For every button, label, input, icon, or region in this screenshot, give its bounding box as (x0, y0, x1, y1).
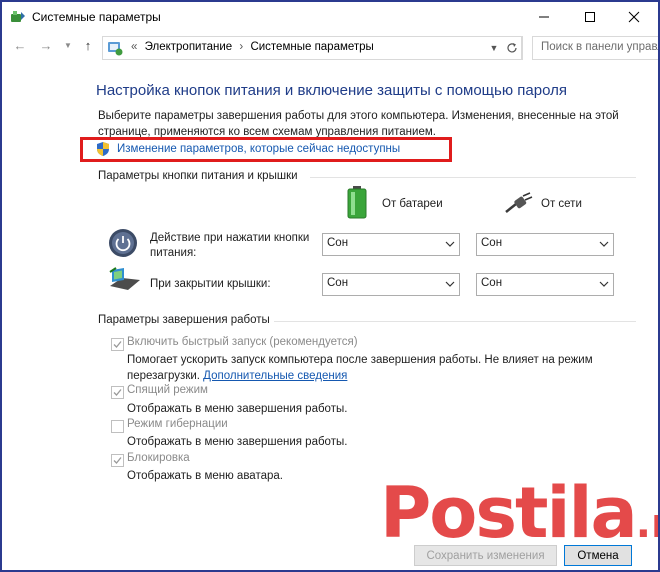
address-dropdown-icon[interactable]: ▼ (486, 39, 502, 57)
chevron-down-icon (445, 281, 455, 287)
up-arrow-icon[interactable]: ↑ (80, 38, 96, 54)
sleep-description: Отображать в меню завершения работы. (127, 403, 348, 415)
maximize-icon[interactable] (568, 2, 612, 32)
cancel-button[interactable]: Отмена (564, 545, 632, 566)
group-divider (274, 321, 636, 322)
chevron-down-icon (599, 281, 609, 287)
group-divider (310, 177, 636, 178)
column-ac: От сети (541, 198, 582, 210)
search-input[interactable] (533, 37, 658, 57)
battery-icon (347, 186, 367, 219)
fast-startup-label: Включить быстрый запуск (рекомендуется) (127, 336, 358, 348)
save-button[interactable]: Сохранить изменения (414, 545, 557, 566)
search-box[interactable] (532, 36, 658, 60)
breadcrumb: « Электропитание › Системные параметры (127, 41, 374, 53)
breadcrumb-item-power[interactable]: Электропитание (145, 41, 233, 53)
hibernate-checkbox[interactable] (111, 420, 124, 433)
forward-arrow-icon[interactable]: → (38, 38, 54, 54)
refresh-icon[interactable] (503, 36, 522, 60)
lock-description: Отображать в меню аватара. (127, 470, 283, 482)
laptop-lid-icon (109, 267, 140, 290)
sleep-label: Спящий режим (127, 384, 208, 396)
select-value: Сон (327, 237, 349, 249)
lid-close-ac-select[interactable]: Сон (476, 273, 614, 296)
fast-startup-desc-text: Помогает ускорить запуск компьютера посл… (127, 354, 593, 382)
back-arrow-icon[interactable]: ← (12, 38, 28, 54)
select-value: Сон (481, 277, 503, 289)
recent-locations-chevron-icon[interactable]: ▼ (60, 38, 76, 54)
power-button-action-label: Действие при нажатии кнопки питания: (150, 232, 310, 259)
chevron-down-icon (445, 241, 455, 247)
plug-icon (505, 192, 533, 213)
change-unavailable-settings-link[interactable]: Изменение параметров, которые сейчас нед… (117, 143, 400, 155)
more-info-link[interactable]: Дополнительные сведения (203, 370, 347, 382)
hibernate-description: Отображать в меню завершения работы. (127, 436, 348, 448)
fast-startup-checkbox[interactable] (111, 338, 124, 351)
breadcrumb-item-system-settings[interactable]: Системные параметры (250, 41, 373, 53)
power-options-icon (11, 11, 25, 22)
select-value: Сон (481, 237, 503, 249)
shield-icon (97, 142, 109, 156)
power-button-ac-select[interactable]: Сон (476, 233, 614, 256)
watermark-suffix: .ru (635, 501, 658, 547)
title-bar: Системные параметры (2, 2, 658, 32)
page-title: Настройка кнопок питания и включение защ… (96, 82, 567, 99)
sleep-checkbox[interactable] (111, 386, 124, 399)
address-bar[interactable]: « Электропитание › Системные параметры ▼ (102, 36, 523, 60)
breadcrumb-overflow-icon[interactable]: « (127, 41, 141, 53)
minimize-icon[interactable] (522, 2, 566, 32)
power-button-icon (109, 229, 137, 257)
page-description: Выберите параметры завершения работы для… (98, 110, 619, 138)
lock-label: Блокировка (127, 452, 190, 464)
navigation-bar: ← → ▼ ↑ « Электропитание › Системные пар… (2, 32, 658, 62)
window-title: Системные параметры (32, 10, 161, 24)
window: Системные параметры ← → ▼ ↑ « Электропит… (0, 0, 660, 572)
hibernate-label: Режим гибернации (127, 418, 228, 430)
power-button-battery-select[interactable]: Сон (322, 233, 460, 256)
close-icon[interactable] (612, 2, 656, 32)
chevron-right-icon[interactable]: › (235, 41, 247, 53)
power-buttons-group-title: Параметры кнопки питания и крышки (98, 170, 298, 182)
fast-startup-description: Помогает ускорить запуск компьютера посл… (127, 352, 597, 384)
postila-watermark: Postila.ru (380, 472, 658, 554)
lid-close-battery-select[interactable]: Сон (322, 273, 460, 296)
shutdown-group-title: Параметры завершения работы (98, 314, 270, 326)
watermark-brand: Postila (380, 472, 638, 554)
control-panel-icon (108, 42, 123, 56)
select-value: Сон (327, 277, 349, 289)
lock-checkbox[interactable] (111, 454, 124, 467)
chevron-down-icon (599, 241, 609, 247)
lid-close-label: При закрытии крышки: (150, 278, 271, 290)
column-battery: От батареи (382, 198, 443, 210)
